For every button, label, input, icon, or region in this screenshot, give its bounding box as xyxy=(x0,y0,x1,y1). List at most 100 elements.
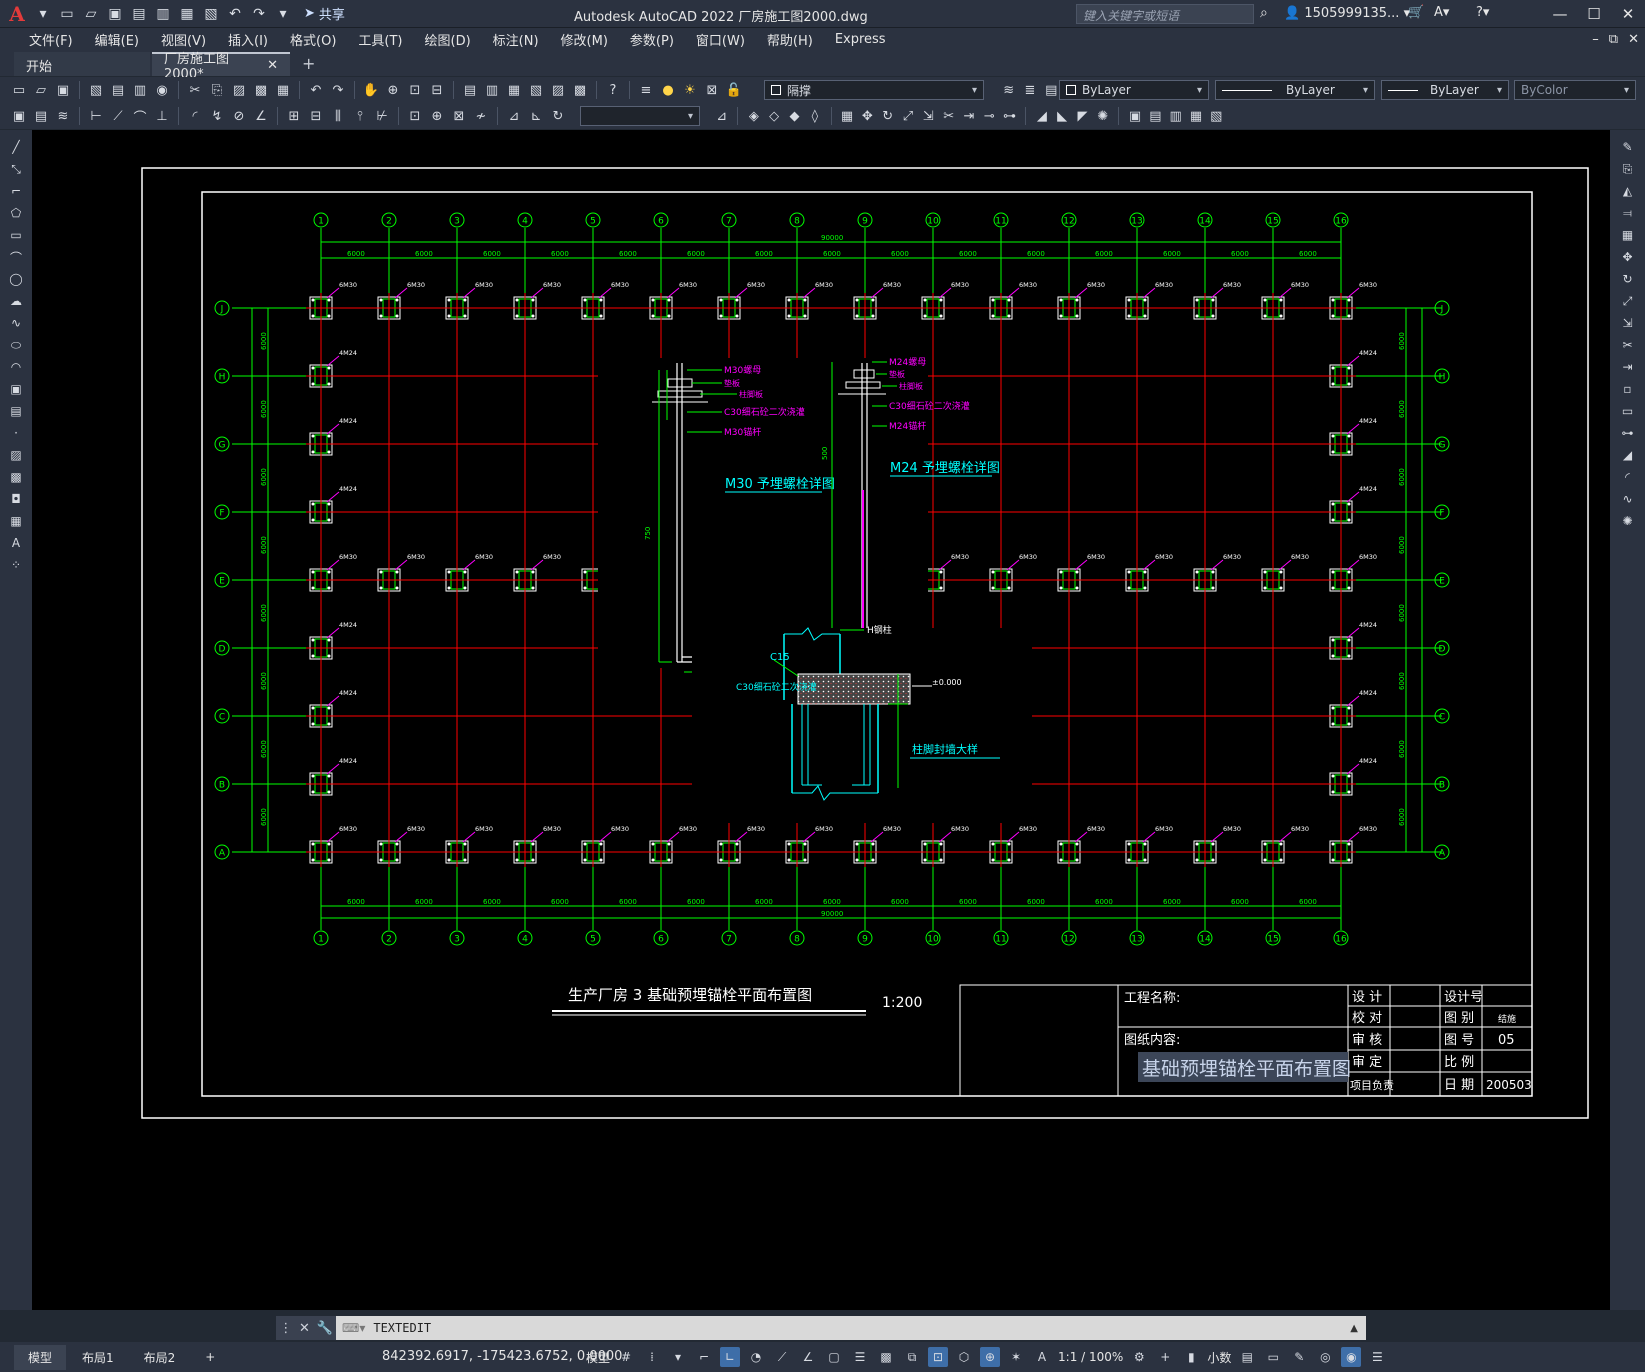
infer-constraints-icon[interactable]: ⌐ xyxy=(694,1347,714,1367)
explode-icon[interactable]: ✺ xyxy=(1618,512,1638,530)
point-icon[interactable]: · xyxy=(6,424,26,442)
share-button[interactable]: ➤ 共享 xyxy=(304,4,345,23)
linear-dim-icon[interactable]: ⊢ xyxy=(87,107,105,125)
sheet-set-icon[interactable]: ▧ xyxy=(527,81,545,99)
calculator-icon[interactable]: ▩ xyxy=(571,81,589,99)
layer-previous-icon[interactable]: ≣ xyxy=(1021,81,1038,99)
dim-text-edit-icon[interactable]: ⊾ xyxy=(527,107,545,125)
fillet-icon[interactable]: ◣ xyxy=(1055,107,1070,125)
close-icon[interactable]: ✕ xyxy=(299,1321,310,1336)
view-icon[interactable]: ▤ xyxy=(32,107,50,125)
open-web-icon[interactable]: ▦ xyxy=(178,5,196,23)
polyline-icon[interactable]: ⌐ xyxy=(6,182,26,200)
auto-scale-icon[interactable]: A xyxy=(1032,1347,1052,1367)
block-editor-icon[interactable]: ▦ xyxy=(274,81,292,99)
match-properties-icon[interactable]: ▩ xyxy=(252,81,270,99)
erase-icon[interactable]: ✎ xyxy=(1618,138,1638,156)
arc-icon[interactable]: ⌒ xyxy=(6,248,26,266)
diameter-dim-icon[interactable]: ⊘ xyxy=(230,107,248,125)
osnap-icon[interactable]: ▢ xyxy=(824,1347,844,1367)
customize-icon[interactable]: ▾ xyxy=(274,5,292,23)
tool-palettes-icon[interactable]: ▦ xyxy=(505,81,523,99)
join-icon[interactable]: ⊶ xyxy=(1618,424,1638,442)
layers-icon[interactable]: ≋ xyxy=(54,107,72,125)
ordinate-dim-icon[interactable]: ⊥ xyxy=(153,107,171,125)
dim-style-icon[interactable]: ⊿ xyxy=(714,107,729,125)
search-icon[interactable]: ⌕ xyxy=(1260,5,1268,21)
tab-drawing[interactable]: 厂房施工图2000* ✕ xyxy=(152,52,290,82)
command-input[interactable]: TEXTEDIT xyxy=(365,1321,431,1335)
array-icon[interactable]: ▦ xyxy=(839,107,854,125)
color-dropdown[interactable]: ByLayer ▾ xyxy=(1059,80,1209,100)
new-icon[interactable]: ▭ xyxy=(58,5,76,23)
gizmo-icon[interactable]: ⊕ xyxy=(980,1347,1001,1367)
units-icon[interactable]: ▮ xyxy=(1181,1347,1201,1367)
units-dropdown[interactable]: 小数 xyxy=(1207,1349,1231,1366)
table-icon[interactable]: ▦ xyxy=(6,512,26,530)
angular-dim-icon[interactable]: ∠ xyxy=(252,107,270,125)
trim-icon[interactable]: ✂ xyxy=(1618,336,1638,354)
stretch-icon[interactable]: ⇲ xyxy=(1618,314,1638,332)
scale-icon[interactable]: ⤢ xyxy=(1618,292,1638,310)
menu-help[interactable]: 帮助(H) xyxy=(756,30,824,49)
command-handle[interactable]: ⋮ ✕ 🔧 xyxy=(276,1316,336,1340)
blend-icon[interactable]: ∿ xyxy=(1618,490,1638,508)
menu-window[interactable]: 窗口(W) xyxy=(685,30,756,49)
tab-layout2[interactable]: 布局2 xyxy=(130,1345,190,1370)
sun-icon[interactable]: ☀ xyxy=(681,81,699,99)
hatch-icon[interactable]: ▨ xyxy=(6,446,26,464)
chamfer-icon[interactable]: ◢ xyxy=(1618,446,1638,464)
annotation-scale[interactable]: 1:1 / 100% xyxy=(1058,1350,1123,1364)
zoom-window-icon[interactable]: ⊡ xyxy=(406,81,424,99)
layer-state-icon[interactable]: ▤ xyxy=(1043,81,1060,99)
new-tab-icon[interactable]: + xyxy=(292,54,325,73)
copy-icon[interactable]: ⎘ xyxy=(208,81,226,99)
save-icon[interactable]: ▣ xyxy=(54,81,72,99)
menu-edit[interactable]: 编辑(E) xyxy=(84,30,150,49)
freeze-vp-icon[interactable]: ⊠ xyxy=(703,81,721,99)
ellipse-icon[interactable]: ⬭ xyxy=(6,336,26,354)
explode-icon[interactable]: ✺ xyxy=(1095,107,1110,125)
move-icon[interactable]: ✥ xyxy=(1618,248,1638,266)
model-space-toggle[interactable]: 模型 xyxy=(586,1349,610,1366)
radius-dim-icon[interactable]: ◜ xyxy=(186,107,204,125)
gradient-icon[interactable]: ▩ xyxy=(6,468,26,486)
rotate-icon[interactable]: ↻ xyxy=(880,107,895,125)
save-icon[interactable]: ▣ xyxy=(106,5,124,23)
lineweight-icon[interactable]: ☰ xyxy=(850,1347,870,1367)
mirror-icon[interactable]: ◭ xyxy=(1618,182,1638,200)
customize-icon[interactable]: ☰ xyxy=(1367,1347,1387,1367)
clean-screen-icon[interactable]: ◉ xyxy=(1341,1347,1362,1367)
add-selected-icon[interactable]: ⁘ xyxy=(6,556,26,574)
revcloud-icon[interactable]: ☁ xyxy=(6,292,26,310)
fillet-icon[interactable]: ◜ xyxy=(1618,468,1638,486)
ortho-icon[interactable]: ∟ xyxy=(720,1347,741,1367)
line-icon[interactable]: ╱ xyxy=(6,138,26,156)
save-as-icon[interactable]: ▤ xyxy=(130,5,148,23)
menu-modify[interactable]: 修改(M) xyxy=(550,30,619,49)
copy-icon[interactable]: ⎘ xyxy=(1618,160,1638,178)
close-icon[interactable]: ✕ xyxy=(1611,0,1645,28)
paste-icon[interactable]: ▨ xyxy=(230,81,248,99)
extend-icon[interactable]: ⇥ xyxy=(1618,358,1638,376)
hatch-back-icon[interactable]: ▧ xyxy=(1209,107,1224,125)
maximize-icon[interactable]: ☐ xyxy=(1577,0,1611,28)
customize-icon[interactable]: 🔧 xyxy=(316,1321,332,1336)
offset-icon[interactable]: ◊ xyxy=(807,107,822,125)
tab-close-icon[interactable]: ✕ xyxy=(267,58,278,73)
lightbulb-icon[interactable]: ● xyxy=(659,81,677,99)
new-icon[interactable]: ▭ xyxy=(10,81,28,99)
dropdown-icon[interactable]: ▾ xyxy=(34,5,52,23)
chamfer-icon[interactable]: ◢ xyxy=(1034,107,1049,125)
plot-preview-icon[interactable]: ▤ xyxy=(109,81,127,99)
doc-minimize-icon[interactable]: – xyxy=(1592,32,1599,47)
make-current-icon[interactable]: ≋ xyxy=(1000,81,1017,99)
help-icon[interactable]: ?▾ xyxy=(1476,5,1489,20)
3d-osnap-icon[interactable]: ⊡ xyxy=(928,1347,949,1367)
lock-ui-icon[interactable]: ▭ xyxy=(1263,1347,1283,1367)
menu-format[interactable]: 格式(O) xyxy=(279,30,347,49)
plot-icon[interactable]: ▧ xyxy=(202,5,220,23)
rectangle-icon[interactable]: ▭ xyxy=(6,226,26,244)
menu-dimension[interactable]: 标注(N) xyxy=(482,30,550,49)
chevron-down-icon[interactable]: ▾ xyxy=(668,1347,688,1367)
